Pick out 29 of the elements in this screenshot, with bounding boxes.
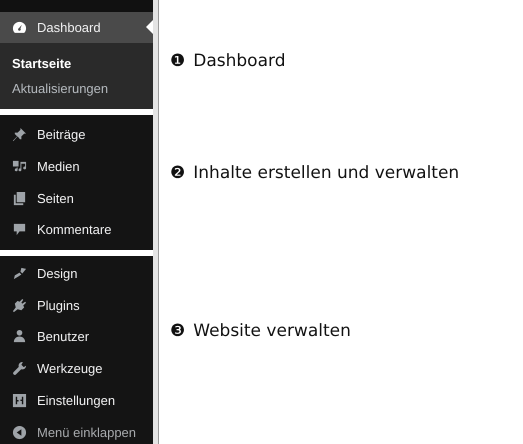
menu-item[interactable]: Medien [0, 150, 153, 182]
menu-item[interactable]: Design [0, 258, 153, 290]
menu-item[interactable]: Kommentare [0, 214, 153, 246]
person-icon [12, 329, 27, 344]
plug-icon [12, 298, 27, 313]
menu-item[interactable]: Dashboard [0, 12, 153, 43]
callout-text: Website verwalten [193, 320, 351, 342]
menu-item[interactable]: Werkzeuge [0, 352, 153, 384]
callout-number: ❷ [170, 162, 186, 184]
callout-number: ❶ [170, 50, 186, 72]
collapse-menu-button[interactable]: Menü einklappen [0, 416, 153, 444]
callout-number: ❸ [170, 320, 186, 342]
speech-bubble-icon [12, 222, 27, 238]
menu-item[interactable]: Beiträge [0, 119, 153, 151]
brush-icon [12, 266, 27, 282]
menu-item[interactable]: Benutzer [0, 321, 153, 353]
submenu-item[interactable]: Startseite [0, 51, 153, 76]
menu-item[interactable]: Seiten [0, 182, 153, 214]
callout-text: Dashboard [193, 50, 286, 72]
gauge-icon [12, 20, 27, 35]
submenu-item[interactable]: Aktualisierungen [0, 76, 153, 101]
menu-item[interactable]: Plugins [0, 289, 153, 322]
pin-icon [12, 127, 27, 142]
pages-icon [12, 190, 27, 206]
menu-item[interactable]: Einstellungen [0, 384, 153, 416]
wrench-icon [12, 361, 27, 376]
callout-text: Inhalte erstellen und verwalten [193, 162, 460, 184]
sliders-icon [12, 392, 27, 408]
collapse-icon [12, 424, 27, 440]
